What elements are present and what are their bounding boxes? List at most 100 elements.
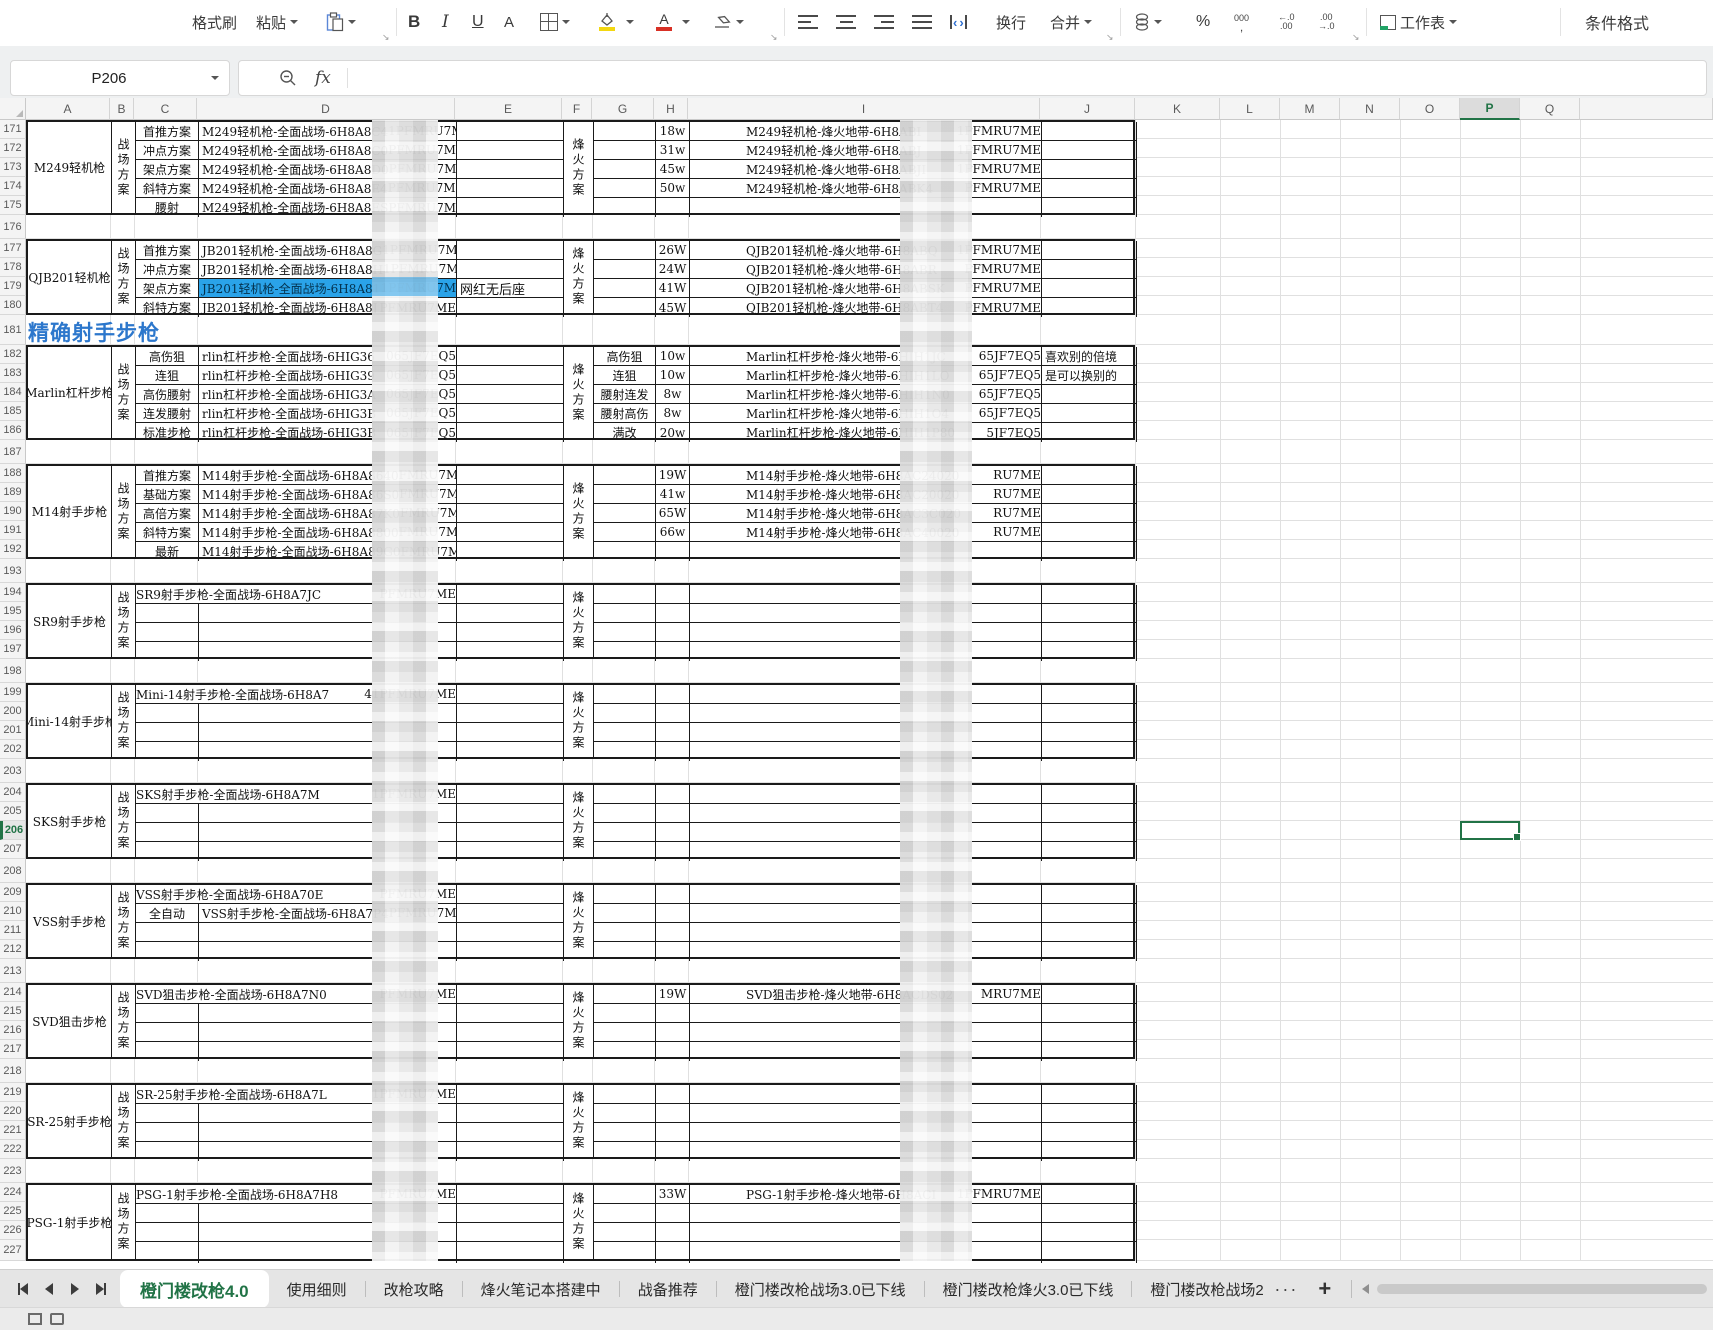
row-header-186[interactable]: 186 — [0, 421, 26, 440]
format-painter-button[interactable]: 格式刷 — [192, 6, 237, 38]
bonfire-plan-label[interactable]: 烽火方案 — [564, 241, 594, 313]
remark-cell[interactable] — [1042, 1242, 1137, 1263]
bonfire-code-cell[interactable] — [690, 1004, 1042, 1023]
row-header-179[interactable]: 179 — [0, 277, 26, 296]
chevron-down-icon[interactable] — [211, 76, 219, 80]
bonfire-plan-type-cell[interactable] — [594, 723, 656, 742]
bonfire-plan-type-cell[interactable] — [594, 642, 656, 661]
bonfire-plan-type-cell[interactable] — [594, 523, 656, 542]
row-header-194[interactable]: 194 — [0, 583, 26, 602]
plan-type-cell[interactable]: 全自动 — [136, 904, 199, 923]
bonfire-code-cell[interactable] — [690, 685, 1042, 704]
column-header-E[interactable]: E — [455, 98, 562, 120]
plan-type-cell[interactable]: 连发腰射 — [136, 404, 199, 423]
note-cell[interactable] — [457, 742, 564, 761]
plan-type-cell[interactable]: 高倍方案 — [136, 504, 199, 523]
row-header-190[interactable]: 190 — [0, 502, 26, 521]
bonfire-plan-label[interactable]: 烽火方案 — [564, 1085, 594, 1157]
price-cell[interactable]: 45W — [656, 298, 690, 317]
row-header-191[interactable]: 191 — [0, 521, 26, 540]
bonfire-code-cell[interactable]: M249轻机枪-烽火地带-6H8ABJ 1PFMRU7ME — [690, 141, 1042, 160]
remark-cell[interactable] — [1042, 485, 1137, 504]
note-cell[interactable] — [457, 385, 564, 404]
bonfire-code-cell[interactable] — [690, 604, 1042, 623]
more-sheets-button[interactable]: ··· — [1264, 1279, 1308, 1300]
note-cell[interactable] — [457, 122, 564, 141]
price-cell[interactable] — [656, 1023, 690, 1042]
note-cell[interactable] — [457, 1104, 564, 1123]
row-header-200[interactable]: 200 — [0, 702, 26, 721]
paste-special-button[interactable] — [326, 6, 356, 38]
column-header-P[interactable]: P — [1460, 98, 1520, 120]
chevron-down-icon[interactable] — [626, 20, 634, 24]
bonfire-plan-type-cell[interactable] — [594, 704, 656, 723]
plan-type-cell[interactable] — [136, 1204, 199, 1223]
weapon-name-cell[interactable]: M249轻机枪 — [28, 122, 112, 213]
column-header-H[interactable]: H — [654, 98, 688, 120]
bonfire-plan-type-cell[interactable]: 高伤狙 — [594, 347, 656, 366]
remark-cell[interactable] — [1042, 785, 1137, 804]
remark-cell[interactable] — [1042, 466, 1137, 485]
bonfire-plan-type-cell[interactable] — [594, 585, 656, 604]
price-cell[interactable] — [656, 1004, 690, 1023]
weapon-name-cell[interactable]: Mini-14射手步枪 — [28, 685, 112, 757]
bonfire-plan-label[interactable]: 烽火方案 — [564, 122, 594, 213]
bonfire-plan-label[interactable]: 烽火方案 — [564, 347, 594, 438]
price-cell[interactable] — [656, 642, 690, 661]
row-header-210[interactable]: 210 — [0, 902, 26, 921]
row-header-212[interactable]: 212 — [0, 940, 26, 959]
plan-type-cell[interactable] — [136, 1023, 199, 1042]
remark-cell[interactable] — [1042, 585, 1137, 604]
bonfire-plan-type-cell[interactable] — [594, 1023, 656, 1042]
plan-type-cell[interactable]: 高伤腰射 — [136, 385, 199, 404]
note-cell[interactable] — [457, 1042, 564, 1061]
price-cell[interactable] — [656, 623, 690, 642]
chevron-down-icon[interactable] — [682, 20, 690, 24]
plan-type-cell[interactable] — [136, 804, 199, 823]
bonfire-code-cell[interactable] — [690, 885, 1042, 904]
bonfire-code-cell[interactable]: SVD狙击步枪-烽火地带-6H8ACDS02 MRU7ME — [690, 985, 1042, 1004]
note-cell[interactable] — [457, 723, 564, 742]
eraser-button[interactable] — [712, 6, 744, 38]
remark-cell[interactable] — [1042, 1023, 1137, 1042]
dialog-launcher-icon[interactable]: ↘ — [1106, 32, 1114, 43]
remark-cell[interactable] — [1042, 1042, 1137, 1061]
bonfire-plan-type-cell[interactable] — [594, 1185, 656, 1204]
bonfire-code-cell[interactable] — [690, 1242, 1042, 1263]
row-header-220[interactable]: 220 — [0, 1102, 26, 1121]
bonfire-plan-type-cell[interactable] — [594, 685, 656, 704]
row-header-195[interactable]: 195 — [0, 602, 26, 621]
bonfire-plan-type-cell[interactable] — [594, 504, 656, 523]
row-header-219[interactable]: 219 — [0, 1083, 26, 1102]
conditional-format-button[interactable]: 条件格式 — [1585, 6, 1649, 38]
weapon-name-cell[interactable]: SR-25射手步枪 — [28, 1085, 112, 1157]
bonfire-plan-type-cell[interactable] — [594, 122, 656, 141]
bonfire-code-cell[interactable]: QJB201轻机枪-烽火地带-6H8ABSK PFMRU7ME — [690, 279, 1042, 298]
bonfire-code-cell[interactable] — [690, 1104, 1042, 1123]
note-cell[interactable] — [457, 923, 564, 942]
price-cell[interactable] — [656, 842, 690, 861]
row-header-187[interactable]: 187 — [0, 440, 26, 464]
wrap-text-button[interactable]: 换行 — [996, 6, 1026, 38]
row-header-215[interactable]: 215 — [0, 1002, 26, 1021]
price-cell[interactable] — [656, 604, 690, 623]
row-header-225[interactable]: 225 — [0, 1202, 26, 1221]
bonfire-code-cell[interactable] — [690, 723, 1042, 742]
row-header-199[interactable]: 199 — [0, 683, 26, 702]
sheet-tab-橙门楼改枪战场2[interactable]: 橙门楼改枪战场2 — [1132, 1270, 1264, 1308]
price-cell[interactable] — [656, 904, 690, 923]
bonfire-plan-type-cell[interactable]: 腰射高伤 — [594, 404, 656, 423]
sheet-tab-使用细则[interactable]: 使用细则 — [269, 1270, 365, 1308]
price-cell[interactable] — [656, 1142, 690, 1161]
align-justify-button[interactable] — [912, 6, 932, 38]
bonfire-code-cell[interactable]: M14射手步枪-烽火地带-6H8AC40020 RU7ME — [690, 523, 1042, 542]
note-cell[interactable] — [457, 423, 564, 442]
plan-type-cell[interactable]: 首推方案 — [136, 466, 199, 485]
column-header-O[interactable]: O — [1400, 98, 1460, 120]
plan-type-cell[interactable] — [136, 742, 199, 761]
price-cell[interactable] — [656, 1085, 690, 1104]
price-cell[interactable]: 19W — [656, 985, 690, 1004]
price-cell[interactable] — [656, 885, 690, 904]
bonfire-plan-type-cell[interactable] — [594, 260, 656, 279]
bonfire-plan-label[interactable]: 烽火方案 — [564, 685, 594, 757]
